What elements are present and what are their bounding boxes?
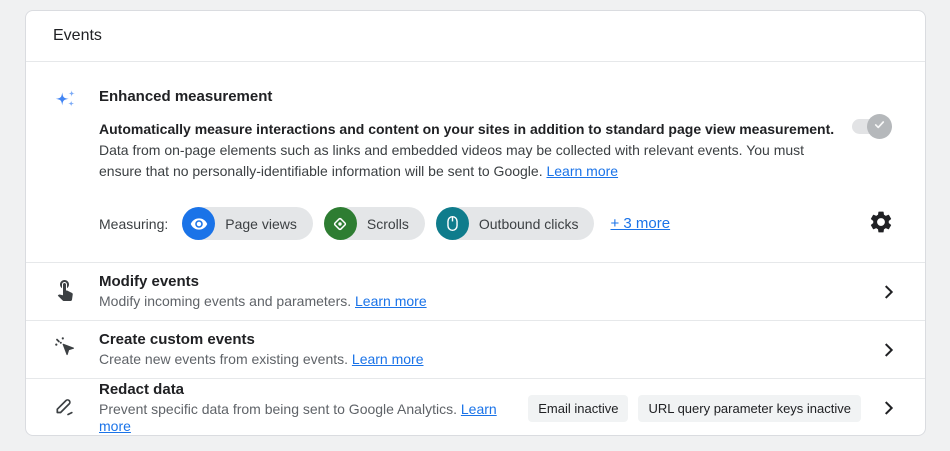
- sparkle-icon: [53, 90, 79, 117]
- row-description: Modify incoming events and parameters. L…: [99, 293, 427, 309]
- gear-icon: [868, 209, 894, 238]
- chevron-right-icon[interactable]: [877, 339, 899, 361]
- create-custom-events-row[interactable]: Create custom events Create new events f…: [26, 321, 925, 379]
- modify-events-row[interactable]: Modify events Modify incoming events and…: [26, 263, 925, 321]
- enhanced-measurement-description: Automatically measure interactions and c…: [99, 119, 841, 182]
- card-header: Events: [26, 11, 925, 62]
- email-inactive-badge: Email inactive: [528, 394, 629, 422]
- row-description: Prevent specific data from being sent to…: [99, 401, 497, 434]
- row-title: Redact data: [99, 381, 185, 398]
- check-icon: [872, 117, 887, 137]
- row-title: Modify events: [99, 273, 200, 290]
- chip-outbound-clicks: Outbound clicks: [435, 207, 595, 240]
- chip-label: Scrolls: [366, 215, 409, 232]
- chip-label: Outbound clicks: [478, 215, 579, 232]
- learn-more-link[interactable]: Learn more: [546, 163, 618, 179]
- measuring-label: Measuring:: [99, 215, 169, 232]
- learn-more-link[interactable]: Learn more: [352, 351, 424, 367]
- settings-gear-button[interactable]: [867, 210, 895, 238]
- measuring-row: Measuring: Page views Scrolls Outbound c…: [99, 207, 901, 240]
- enhanced-measurement-section: Enhanced measurement Automatically measu…: [26, 62, 925, 263]
- page-title: Events: [53, 27, 102, 44]
- events-card: Events Enhanced measurement Automaticall…: [25, 10, 926, 436]
- url-query-parameter-badge: URL query parameter keys inactive: [638, 394, 861, 422]
- learn-more-link[interactable]: Learn more: [355, 293, 427, 309]
- page: { "header": { "title": "Events" }, "enha…: [0, 0, 950, 451]
- mouse-icon: [435, 207, 469, 240]
- chevron-right-icon[interactable]: [877, 397, 899, 419]
- more-events-link[interactable]: + 3 more: [610, 215, 670, 232]
- chip-page-views: Page views: [182, 207, 313, 240]
- enhanced-measurement-title: Enhanced measurement: [99, 88, 273, 105]
- description-bold: Automatically measure interactions and c…: [99, 121, 835, 137]
- redact-data-row[interactable]: Redact data Prevent specific data from b…: [26, 379, 925, 435]
- toggle-thumb: [867, 114, 892, 139]
- row-description: Create new events from existing events. …: [99, 351, 424, 367]
- description-rest: Data from on-page elements such as links…: [99, 142, 805, 179]
- eye-icon: [182, 207, 216, 240]
- chip-label: Page views: [225, 215, 297, 232]
- scroll-diamond-icon: [323, 207, 357, 240]
- row-title: Create custom events: [99, 331, 255, 348]
- redact-pencil-icon: [53, 394, 77, 423]
- enhanced-measurement-toggle[interactable]: [852, 114, 892, 139]
- chip-scrolls: Scrolls: [323, 207, 425, 240]
- cursor-click-icon: [53, 335, 77, 364]
- touch-icon: [53, 277, 77, 306]
- chevron-right-icon[interactable]: [877, 281, 899, 303]
